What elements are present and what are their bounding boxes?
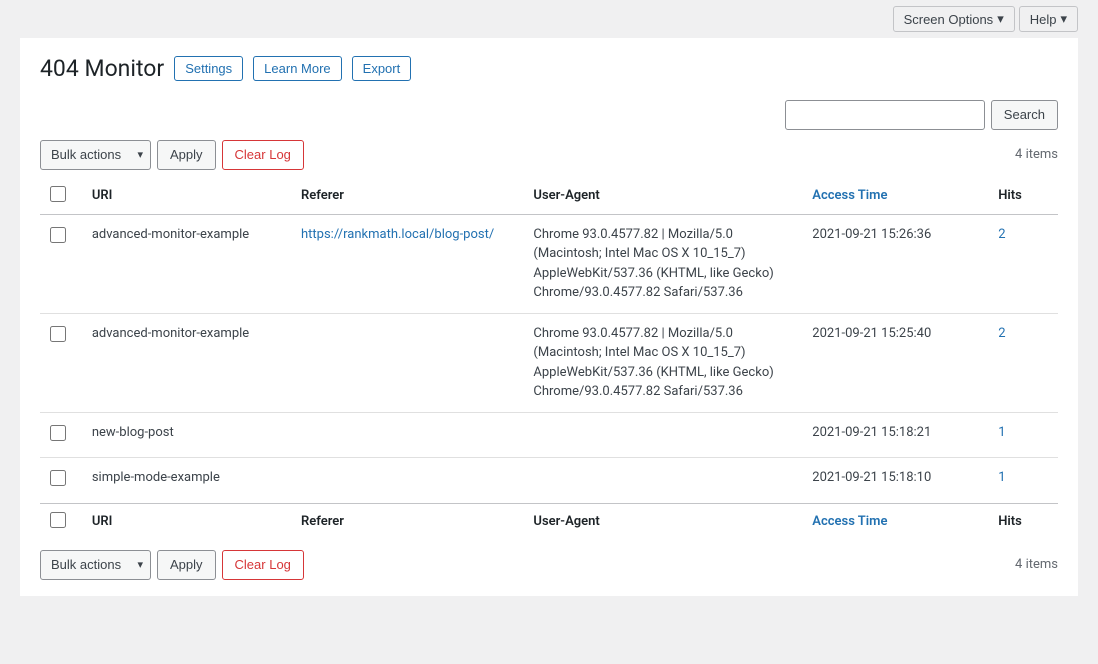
bulk-actions-dropdown-top[interactable]: Bulk actions Delete [40,140,151,170]
clear-log-button-top[interactable]: Clear Log [222,140,304,170]
select-all-footer [40,503,82,540]
row-referer-2 [291,412,523,458]
page-title: 404 Monitor [40,54,164,84]
search-input[interactable] [785,100,985,130]
help-button[interactable]: Help ▾ [1019,6,1078,32]
row-useragent-2 [523,412,802,458]
content-area: 404 Monitor Settings Learn More Export S… [20,38,1078,596]
row-accesstime-0: 2021-09-21 15:26:36 [802,214,988,313]
screen-options-label: Screen Options [904,12,994,27]
referer-footer-header: Referer [291,503,523,540]
select-all-checkbox-footer[interactable] [50,512,66,528]
accesstime-footer-header: Access Time [802,503,988,540]
row-uri-2: new-blog-post [82,412,291,458]
referer-link-0[interactable]: https://rankmath.local/blog-post/ [301,227,494,242]
row-hits-3[interactable]: 1 [988,458,1058,504]
table-body: advanced-monitor-example https://rankmath… [40,214,1058,503]
hits-column-header: Hits [988,178,1058,215]
screen-options-button[interactable]: Screen Options ▾ [893,6,1015,32]
table-footer-row: URI Referer User-Agent Access Time Hits [40,503,1058,540]
screen-options-chevron-icon: ▾ [997,11,1004,27]
search-button[interactable]: Search [991,100,1058,130]
row-useragent-3 [523,458,802,504]
table-row: simple-mode-example 2021-09-21 15:18:10 1 [40,458,1058,504]
items-count-bottom: 4 items [1015,557,1058,572]
top-toolbar: Bulk actions Delete Apply Clear Log 4 it… [40,140,1058,170]
accesstime-sort-link[interactable]: Access Time [812,188,887,203]
row-uri-3: simple-mode-example [82,458,291,504]
hits-link-0[interactable]: 2 [998,227,1005,242]
apply-button-top[interactable]: Apply [157,140,216,170]
items-count-top: 4 items [1015,147,1058,162]
page-title-row: 404 Monitor Settings Learn More Export [40,54,1058,84]
top-bar: Screen Options ▾ Help ▾ [0,0,1098,38]
row-uri-0: advanced-monitor-example [82,214,291,313]
page-wrapper: Screen Options ▾ Help ▾ 404 Monitor Sett… [0,0,1098,664]
settings-button[interactable]: Settings [174,56,243,81]
row-checkbox-3[interactable] [50,470,66,486]
row-hits-0[interactable]: 2 [988,214,1058,313]
row-useragent-1: Chrome 93.0.4577.82 | Mozilla/5.0 (Macin… [523,313,802,412]
export-button[interactable]: Export [352,56,412,81]
table-row: advanced-monitor-example Chrome 93.0.4577… [40,313,1058,412]
select-all-header [40,178,82,215]
row-checkbox-2[interactable] [50,425,66,441]
accesstime-sort-link-footer[interactable]: Access Time [812,514,887,529]
row-checkbox-0[interactable] [50,227,66,243]
row-hits-1[interactable]: 2 [988,313,1058,412]
row-accesstime-2: 2021-09-21 15:18:21 [802,412,988,458]
table-row: new-blog-post 2021-09-21 15:18:21 1 [40,412,1058,458]
404-monitor-table: URI Referer User-Agent Access Time Hits [40,178,1058,540]
row-referer-0[interactable]: https://rankmath.local/blog-post/ [291,214,523,313]
hits-link-2[interactable]: 1 [998,425,1005,440]
hits-footer-header: Hits [988,503,1058,540]
help-chevron-icon: ▾ [1060,11,1067,27]
learn-more-button[interactable]: Learn More [253,56,341,81]
row-accesstime-3: 2021-09-21 15:18:10 [802,458,988,504]
row-accesstime-1: 2021-09-21 15:25:40 [802,313,988,412]
bulk-actions-select-bottom[interactable]: Bulk actions Delete [40,550,151,580]
useragent-footer-header: User-Agent [523,503,802,540]
row-checkbox-1[interactable] [50,326,66,342]
table-header-row: URI Referer User-Agent Access Time Hits [40,178,1058,215]
row-referer-3 [291,458,523,504]
useragent-column-header: User-Agent [523,178,802,215]
hits-link-3[interactable]: 1 [998,470,1005,485]
hits-link-1[interactable]: 2 [998,326,1005,341]
row-useragent-0: Chrome 93.0.4577.82 | Mozilla/5.0 (Macin… [523,214,802,313]
row-hits-2[interactable]: 1 [988,412,1058,458]
accesstime-column-header: Access Time [802,178,988,215]
uri-column-header: URI [82,178,291,215]
search-row: Search [40,100,1058,130]
bulk-actions-dropdown-bottom[interactable]: Bulk actions Delete [40,550,151,580]
apply-button-bottom[interactable]: Apply [157,550,216,580]
referer-column-header: Referer [291,178,523,215]
help-label: Help [1030,12,1057,27]
clear-log-button-bottom[interactable]: Clear Log [222,550,304,580]
uri-footer-header: URI [82,503,291,540]
select-all-checkbox[interactable] [50,186,66,202]
row-referer-1 [291,313,523,412]
row-uri-1: advanced-monitor-example [82,313,291,412]
bottom-toolbar: Bulk actions Delete Apply Clear Log 4 it… [40,550,1058,580]
bulk-actions-select-top[interactable]: Bulk actions Delete [40,140,151,170]
table-row: advanced-monitor-example https://rankmath… [40,214,1058,313]
